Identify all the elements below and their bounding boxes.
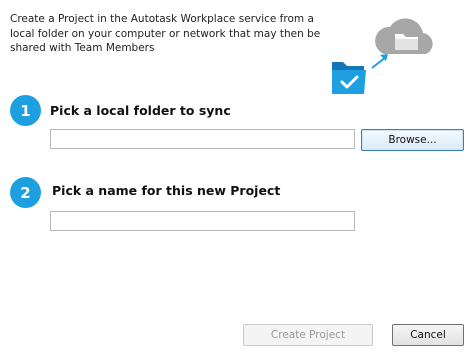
project-name-input[interactable]	[50, 211, 355, 231]
local-folder-input[interactable]	[50, 129, 355, 149]
arrow-icon	[371, 54, 388, 69]
sync-illustration	[332, 18, 433, 94]
step-2-badge: 2	[10, 177, 41, 208]
cloud-folder-icon	[375, 18, 433, 55]
cancel-button[interactable]: Cancel	[392, 324, 464, 346]
step-1-badge: 1	[10, 95, 41, 126]
intro-text: Create a Project in the Autotask Workpla…	[10, 13, 321, 54]
step-1-title: Pick a local folder to sync	[50, 103, 231, 118]
browse-button[interactable]: Browse...	[361, 129, 464, 151]
local-folder-check-icon	[332, 62, 366, 94]
step-2-title: Pick a name for this new Project	[52, 183, 281, 198]
create-project-button[interactable]: Create Project	[243, 324, 373, 346]
